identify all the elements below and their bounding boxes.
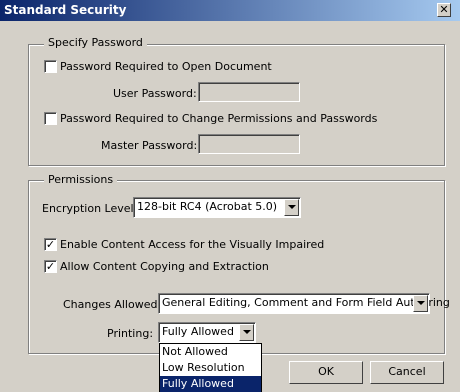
- master-password-label: Master Password:: [101, 139, 198, 152]
- chevron-down-icon[interactable]: [239, 324, 254, 341]
- changes-allowed-value: General Editing, Comment and Form Field …: [162, 296, 450, 309]
- permissions-password-checkbox[interactable]: [44, 112, 57, 125]
- content-access-label[interactable]: Enable Content Access for the Visually I…: [60, 238, 324, 251]
- master-password-field[interactable]: [198, 134, 300, 154]
- window-title: Standard Security: [4, 3, 127, 17]
- changes-allowed-label: Changes Allowed:: [63, 298, 162, 311]
- encryption-level-select[interactable]: 128-bit RC4 (Acrobat 5.0): [133, 197, 301, 218]
- permissions-password-label[interactable]: Password Required to Change Permissions …: [60, 112, 377, 125]
- chevron-down-icon[interactable]: [413, 295, 428, 312]
- open-document-password-checkbox[interactable]: [44, 60, 57, 73]
- password-group-legend: Specify Password: [44, 36, 147, 49]
- encryption-level-label: Encryption Level:: [42, 202, 138, 215]
- permissions-group-legend: Permissions: [44, 173, 118, 186]
- close-icon[interactable]: ✕: [437, 3, 451, 17]
- open-document-password-label[interactable]: Password Required to Open Document: [60, 60, 272, 73]
- user-password-label: User Password:: [113, 87, 197, 100]
- printing-option-fully-allowed[interactable]: Fully Allowed: [160, 376, 261, 392]
- printing-label: Printing:: [107, 327, 154, 340]
- printing-value: Fully Allowed: [162, 325, 234, 338]
- printing-option-low-resolution[interactable]: Low Resolution: [160, 360, 261, 376]
- changes-allowed-select[interactable]: General Editing, Comment and Form Field …: [158, 293, 450, 314]
- printing-option-not-allowed[interactable]: Not Allowed: [160, 344, 261, 360]
- encryption-level-value: 128-bit RC4 (Acrobat 5.0): [137, 200, 278, 213]
- user-password-field[interactable]: [198, 82, 300, 102]
- content-access-checkbox[interactable]: ✓: [44, 238, 57, 251]
- cancel-button[interactable]: Cancel: [370, 361, 444, 384]
- content-copying-label[interactable]: Allow Content Copying and Extraction: [60, 260, 269, 273]
- ok-button[interactable]: OK: [289, 361, 363, 384]
- printing-dropdown-list: Not Allowed Low Resolution Fully Allowed: [159, 343, 262, 392]
- title-bar: Standard Security ✕: [0, 0, 460, 21]
- chevron-down-icon[interactable]: [284, 199, 299, 216]
- printing-select[interactable]: Fully Allowed: [158, 322, 256, 343]
- content-copying-checkbox[interactable]: ✓: [44, 260, 57, 273]
